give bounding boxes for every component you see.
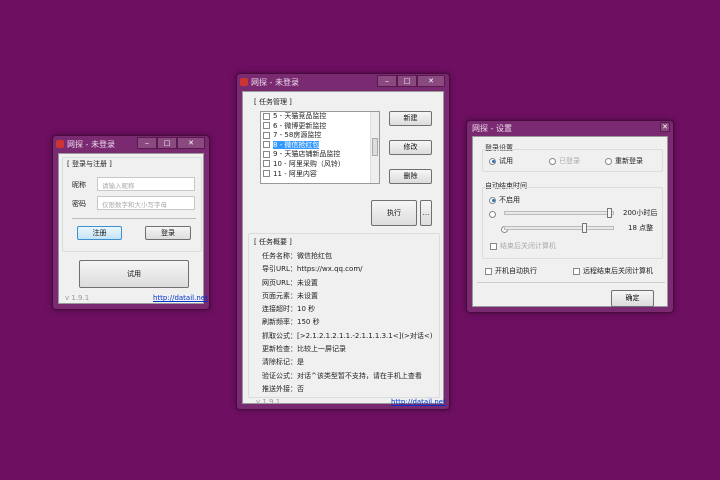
nickname-label: 昵称 <box>72 181 86 189</box>
summary-list: 任务名称：微信抢红包导引URL：https://wx.qq.com/网页URL：… <box>262 250 433 396</box>
checkbox-icon <box>573 267 580 275</box>
password-label: 密码 <box>72 200 86 208</box>
checkbox-icon[interactable] <box>263 170 270 178</box>
task-label: 8 - 微信抢红包 <box>273 140 320 149</box>
nickname-input[interactable]: 请输入昵称 <box>97 177 195 191</box>
task-label: 7 - 58房源监控 <box>273 131 322 140</box>
task-list-item[interactable]: 10 - 阿里采购（风铃） <box>261 160 379 170</box>
title-bar: 网探 - 未登录 ‒ □ ✕ <box>237 74 449 91</box>
register-button[interactable]: 注册 <box>77 226 122 240</box>
more-button[interactable]: ... <box>420 200 432 226</box>
radio-icon <box>489 196 496 204</box>
title-bar: 网探 - 设置 ✕ <box>467 121 673 136</box>
delete-task-button[interactable]: 删除 <box>389 169 432 184</box>
checkbox-icon <box>485 267 492 275</box>
clock-slider[interactable] <box>504 223 614 233</box>
task-group-label: [ 任务管理 ] <box>254 98 292 106</box>
window-title: 网探 - 未登录 <box>251 78 299 87</box>
task-label: 5 - 天猫竞品监控 <box>273 112 327 120</box>
summary-line: 更新检查：比较上一屏记录 <box>262 345 346 354</box>
login-button[interactable]: 登录 <box>145 226 191 240</box>
website-link[interactable]: http://datail.net <box>153 294 208 302</box>
task-list[interactable]: 5 - 天猫竞品监控 6 - 微博更新监控 7 - 58房源监控 8 - 微信抢红包 9… <box>260 111 380 184</box>
summary-line: 抓取公式：[>2.1.2.1.2.1.1.-2.1.1.1.3.1<](>对话<… <box>262 331 433 340</box>
summary-line: 导引URL：https://wx.qq.com/ <box>262 265 363 274</box>
summary-line: 推送外接：否 <box>262 384 304 393</box>
task-list-item[interactable]: 9 - 天猫店铺新品监控 <box>261 150 379 160</box>
maximize-button[interactable]: □ <box>397 75 417 87</box>
summary-line: 清除标记：是 <box>262 358 304 367</box>
radio-relogin[interactable]: 重新登录 <box>605 156 643 166</box>
app-icon <box>240 78 248 86</box>
summary-group-label: [ 任务概要 ] <box>254 238 292 246</box>
task-label: 9 - 天猫店铺新品监控 <box>273 150 341 159</box>
summary-line: 连接超时：10 秒 <box>262 305 316 314</box>
title-bar: 网探 - 未登录 ‒ □ ✕ <box>53 136 209 153</box>
website-link[interactable]: http://datail.net <box>391 398 446 406</box>
task-list-item[interactable]: 8 - 微信抢红包 <box>261 140 379 151</box>
radio-icon <box>549 157 556 165</box>
window-title: 网探 - 未登录 <box>67 140 115 149</box>
clock-value: 18 点整 <box>628 224 654 232</box>
new-task-button[interactable]: 新建 <box>389 111 432 126</box>
execute-button[interactable]: 执行 <box>371 200 417 226</box>
radio-icon <box>605 157 612 165</box>
app-icon <box>56 140 64 148</box>
checkbox-icon[interactable] <box>263 112 270 120</box>
task-list-item[interactable]: 6 - 微博更新监控 <box>261 122 379 132</box>
hours-value: 200小时后 <box>623 209 658 217</box>
task-label: 6 - 微博更新监控 <box>273 121 327 130</box>
ok-button[interactable]: 确定 <box>611 290 654 307</box>
checkbox-icon[interactable] <box>263 150 270 158</box>
login-window: 网探 - 未登录 ‒ □ ✕ [ 登录与注册 ] 昵称 请输入昵称 密码 仅限数字和… <box>52 135 210 310</box>
maximize-button[interactable]: □ <box>157 137 177 149</box>
checkbox-icon[interactable] <box>263 141 270 149</box>
radio-hours[interactable] <box>489 210 496 218</box>
version-label: v 1.9.1 <box>256 398 281 406</box>
summary-line: 任务名称：微信抢红包 <box>262 252 332 260</box>
version-label: v 1.9.1 <box>65 294 90 302</box>
radio-disable[interactable]: 不启用 <box>489 195 520 205</box>
group-label: [ 登录与注册 ] <box>67 160 112 168</box>
task-list-item[interactable]: 11 - 阿里内容 <box>261 170 379 180</box>
password-input[interactable]: 仅限数字和大小写字母 <box>97 196 195 210</box>
summary-line: 刷新频率：150 秒 <box>262 318 320 327</box>
close-button[interactable]: ✕ <box>660 122 670 132</box>
radio-trial[interactable]: 试用 <box>489 156 513 166</box>
window-body: 登录设置 试用 已登录 重新登录 自动结束时间 不启用 200小时后 18 点整… <box>472 136 668 307</box>
close-button[interactable]: ✕ <box>417 75 445 87</box>
summary-line: 网页URL：未设置 <box>262 278 318 287</box>
task-list-item[interactable]: 7 - 58房源监控 <box>261 131 379 141</box>
radio-logged-in[interactable]: 已登录 <box>549 156 580 166</box>
checkbox-icon[interactable] <box>263 122 270 130</box>
hours-slider[interactable] <box>504 208 614 218</box>
window-title: 网探 - 设置 <box>472 124 512 133</box>
task-label: 10 - 阿里采购（风铃） <box>273 159 345 168</box>
task-window: 网探 - 未登录 ‒ □ ✕ [ 任务管理 ] 5 - 天猫竞品监控 6 - 微博更新… <box>236 73 450 410</box>
checkbox-icon[interactable] <box>263 131 270 139</box>
window-body: [ 任务管理 ] 5 - 天猫竞品监控 6 - 微博更新监控 7 - 58房源监控 8… <box>242 91 446 406</box>
trial-button[interactable]: 试用 <box>79 260 189 288</box>
close-button[interactable]: ✕ <box>177 137 205 149</box>
window-body: [ 登录与注册 ] 昵称 请输入昵称 密码 仅限数字和大小写字母 注册 登录 试… <box>58 153 208 304</box>
checkbox-icon <box>490 242 497 250</box>
minimize-button[interactable]: ‒ <box>377 75 397 87</box>
settings-window: 网探 - 设置 ✕ 登录设置 试用 已登录 重新登录 自动结束时间 不启用 20… <box>466 120 674 313</box>
summary-line: 页面元素：未设置 <box>262 291 318 300</box>
shutdown-after-checkbox[interactable]: 结束后关闭计算机 <box>490 241 556 251</box>
task-label: 11 - 阿里内容 <box>273 169 317 178</box>
divider <box>477 282 665 283</box>
edit-task-button[interactable]: 修改 <box>389 140 432 155</box>
radio-icon <box>489 157 496 165</box>
minimize-button[interactable]: ‒ <box>137 137 157 149</box>
divider <box>72 218 196 219</box>
remote-shutdown-checkbox[interactable]: 远程结束后关闭计算机 <box>573 266 653 276</box>
checkbox-icon[interactable] <box>263 160 270 168</box>
summary-line: 验证公式：对话^该类型暂不支持，请在手机上查看 <box>262 371 422 380</box>
autostart-checkbox[interactable]: 开机自动执行 <box>485 266 537 276</box>
scrollbar[interactable] <box>370 112 379 183</box>
task-list-item[interactable]: 5 - 天猫竞品监控 <box>261 112 379 122</box>
